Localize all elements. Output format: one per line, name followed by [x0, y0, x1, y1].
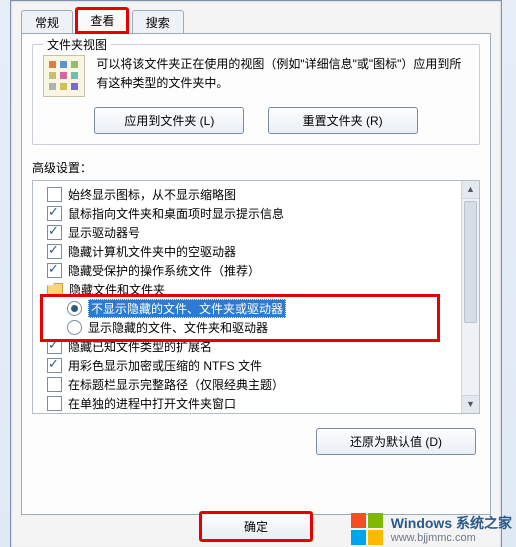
advanced-settings-label: 高级设置：: [32, 159, 480, 176]
tab-label: 搜索: [146, 16, 170, 30]
tab-search[interactable]: 搜索: [132, 10, 184, 35]
tree-row-label: 隐藏受保护的操作系统文件（推荐）: [68, 262, 260, 279]
tree-row[interactable]: 隐藏受保护的操作系统文件（推荐）: [35, 261, 477, 280]
tree-row-label: 始终显示图标，从不显示缩略图: [68, 186, 236, 203]
dialog-window: 常规 查看 搜索 文件夹视图 可以将该文件夹正在使用的视图（例如"详细信息"或"…: [10, 0, 502, 547]
restore-defaults-button[interactable]: 还原为默认值 (D): [316, 428, 476, 455]
tree-row[interactable]: 用彩色显示加密或压缩的 NTFS 文件: [35, 356, 477, 375]
folder-views-buttons: 应用到文件夹 (L) 重置文件夹 (R): [43, 107, 469, 134]
tree-row-label: 显示驱动器号: [68, 224, 140, 241]
apply-to-folders-button[interactable]: 应用到文件夹 (L): [94, 107, 244, 134]
tree-row[interactable]: 隐藏计算机文件夹中的空驱动器: [35, 242, 477, 261]
tab-label: 查看: [90, 14, 114, 28]
group-title: 文件夹视图: [43, 36, 111, 53]
tree-row[interactable]: 在标题栏显示完整路径（仅限经典主题）: [35, 375, 477, 394]
tree-row-label: 在单独的进程中打开文件夹窗口: [68, 395, 236, 412]
checkbox[interactable]: [47, 396, 62, 411]
checkbox[interactable]: [47, 206, 62, 221]
tree-row[interactable]: 在单独的进程中打开文件夹窗口: [35, 394, 477, 413]
checkbox[interactable]: [47, 187, 62, 202]
tab-view[interactable]: 查看: [75, 7, 129, 34]
tree-row-label: 鼠标指向文件夹和桌面项时显示提示信息: [68, 205, 284, 222]
folder-views-desc: 可以将该文件夹正在使用的视图（例如"详细信息"或"图标"）应用到所有这种类型的文…: [96, 55, 466, 93]
restore-row: 还原为默认值 (D): [32, 428, 480, 455]
tree-row[interactable]: 始终显示图标，从不显示缩略图: [35, 185, 477, 204]
tab-label: 常规: [35, 16, 59, 30]
checkbox[interactable]: [47, 377, 62, 392]
scroll-down-arrow-icon[interactable]: ▼: [462, 395, 479, 413]
tree-row[interactable]: 鼠标指向文件夹和桌面项时显示提示信息: [35, 204, 477, 223]
tab-panel-view: 文件夹视图 可以将该文件夹正在使用的视图（例如"详细信息"或"图标"）应用到所有…: [21, 33, 491, 515]
reset-folders-button[interactable]: 重置文件夹 (R): [268, 107, 418, 134]
group-body: 可以将该文件夹正在使用的视图（例如"详细信息"或"图标"）应用到所有这种类型的文…: [43, 55, 469, 97]
highlight-annotation: [40, 294, 440, 342]
folder-grid-icon: [43, 55, 85, 97]
ok-button[interactable]: 确定: [199, 511, 313, 542]
tree-row-label: 用彩色显示加密或压缩的 NTFS 文件: [68, 357, 262, 374]
dialog-buttons: 确定: [11, 511, 501, 542]
tab-general[interactable]: 常规: [21, 10, 73, 35]
checkbox[interactable]: [47, 358, 62, 373]
checkbox[interactable]: [47, 244, 62, 259]
tab-bar: 常规 查看 搜索: [21, 7, 501, 33]
folder-views-group: 文件夹视图 可以将该文件夹正在使用的视图（例如"详细信息"或"图标"）应用到所有…: [32, 44, 480, 145]
tree-row[interactable]: 在缩略图上显示文件图标: [35, 413, 477, 414]
tree-row[interactable]: 显示驱动器号: [35, 223, 477, 242]
checkbox[interactable]: [47, 225, 62, 240]
checkbox[interactable]: [47, 263, 62, 278]
scroll-up-arrow-icon[interactable]: ▲: [462, 181, 479, 199]
scroll-thumb[interactable]: [464, 201, 477, 323]
advanced-settings-tree: 始终显示图标，从不显示缩略图鼠标指向文件夹和桌面项时显示提示信息显示驱动器号隐藏…: [32, 180, 480, 414]
scrollbar[interactable]: ▲ ▼: [461, 181, 479, 413]
tree-row-label: 在标题栏显示完整路径（仅限经典主题）: [68, 376, 284, 393]
tree-row-label: 隐藏计算机文件夹中的空驱动器: [68, 243, 236, 260]
